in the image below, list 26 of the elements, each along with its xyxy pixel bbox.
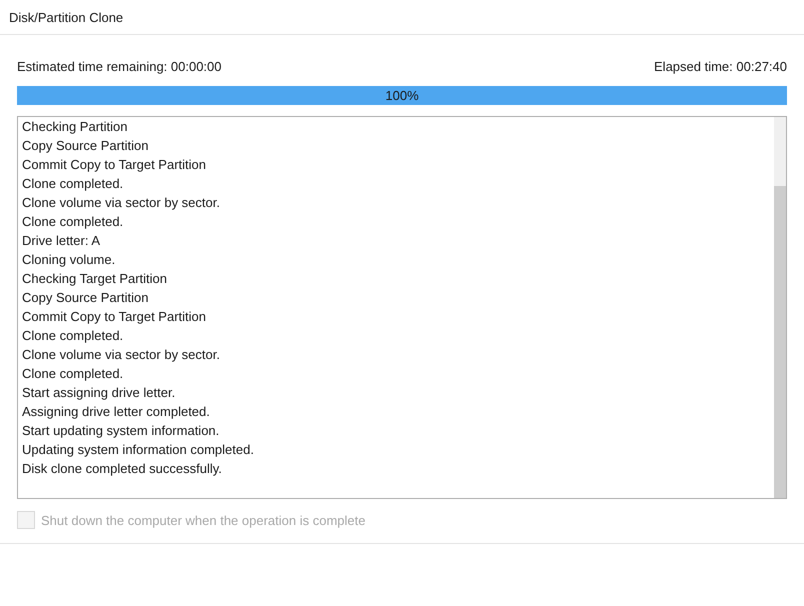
log-line: Clone completed. <box>22 213 124 231</box>
estimated-time-text: Estimated time remaining: 00:00:00 <box>17 58 222 74</box>
log-line: Disk clone completed successfully. <box>22 460 223 478</box>
scrollbar[interactable] <box>774 117 786 498</box>
shutdown-label: Shut down the computer when the operation is complete <box>41 512 366 528</box>
log-line: Clone completed. <box>22 327 124 345</box>
log-line: Updating system information completed. <box>22 441 255 459</box>
elapsed-time-text: Elapsed time: 00:27:40 <box>654 58 787 74</box>
log-line: Checking Partition <box>22 118 128 136</box>
log-line: Start updating system information. <box>22 422 220 440</box>
log-line: Assigning drive letter completed. <box>22 403 211 421</box>
log-line: Clone completed. <box>22 175 124 193</box>
scrollbar-thumb[interactable] <box>774 186 786 498</box>
log-line: Start assigning drive letter. <box>22 384 176 402</box>
window-title: Disk/Partition Clone <box>9 10 124 24</box>
log-line: Clone completed. <box>22 365 124 383</box>
log-line: Commit Copy to Target Partition <box>22 156 207 174</box>
log-line: Drive letter: A <box>22 232 102 250</box>
log-line: Copy Source Partition <box>22 289 150 307</box>
log-line: Copy Source Partition <box>22 137 150 155</box>
log-line: Clone volume via sector by sector. <box>22 194 221 212</box>
log-line: Commit Copy to Target Partition <box>22 308 207 326</box>
log-line: Cloning volume. <box>22 251 116 269</box>
progress-label: 100% <box>384 88 420 103</box>
log-line: Checking Target Partition <box>22 270 168 288</box>
log-line: Clone volume via sector by sector. <box>22 346 221 364</box>
